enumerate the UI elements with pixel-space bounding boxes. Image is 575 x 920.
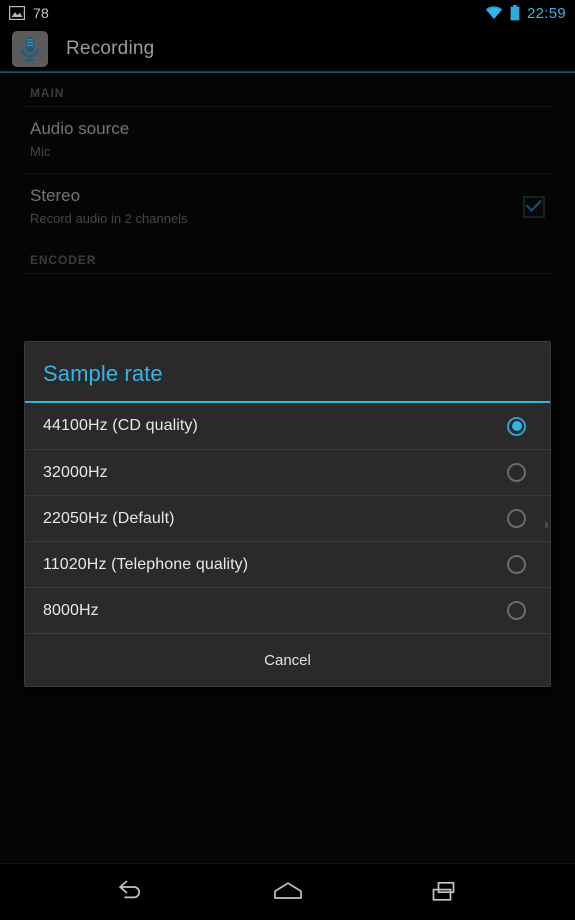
option-label: 22050Hz (Default)	[43, 509, 175, 527]
status-bar: 78 22:59	[0, 0, 575, 26]
option-row-8000[interactable]: 8000Hz	[25, 587, 550, 633]
settings-list: MAIN Audio source Mic Stereo Record audi…	[0, 73, 575, 863]
wifi-icon	[485, 6, 503, 20]
radio-button[interactable]	[507, 509, 526, 528]
action-bar: Recording	[0, 26, 575, 71]
notification-count: 78	[33, 5, 49, 21]
option-row-11020[interactable]: 11020Hz (Telephone quality)	[25, 541, 550, 587]
microphone-icon	[17, 35, 43, 63]
option-label: 8000Hz	[43, 601, 99, 619]
status-bar-clock: 22:59	[526, 4, 566, 22]
radio-button[interactable]	[507, 601, 526, 620]
radio-button[interactable]	[507, 463, 526, 482]
home-button[interactable]	[262, 869, 314, 915]
option-label: 44100Hz (CD quality)	[43, 417, 198, 434]
option-row-44100[interactable]: 44100Hz (CD quality)	[25, 403, 550, 449]
sample-rate-dialog: Sample rate 44100Hz (CD quality) 32000Hz…	[24, 341, 551, 687]
recents-button[interactable]	[420, 869, 472, 915]
dialog-title: Sample rate	[43, 361, 163, 386]
battery-icon	[510, 5, 520, 21]
navigation-bar	[0, 863, 575, 920]
radio-button-selected[interactable]	[507, 416, 526, 436]
option-label: 11020Hz (Telephone quality)	[43, 555, 249, 573]
page-title: Recording	[66, 37, 155, 59]
option-label: 32000Hz	[43, 463, 108, 481]
back-button[interactable]	[104, 869, 156, 915]
dialog-footer: Cancel	[25, 633, 550, 686]
status-bar-left: 78	[8, 5, 49, 21]
android-screen: 78 22:59 Recording MAIN Audio source Mic…	[0, 0, 575, 920]
status-bar-right: 22:59	[485, 5, 566, 22]
option-row-22050[interactable]: 22050Hz (Default)	[25, 495, 550, 541]
dialog-title-area: Sample rate	[25, 342, 550, 401]
dialog-scrollbar[interactable]	[545, 522, 548, 528]
recent-apps-icon	[429, 880, 463, 904]
back-arrow-icon	[114, 880, 146, 904]
home-icon	[270, 880, 306, 904]
app-icon	[12, 30, 48, 67]
dialog-options-list: 44100Hz (CD quality) 32000Hz 22050Hz (De…	[25, 403, 550, 633]
cancel-button[interactable]: Cancel	[238, 644, 337, 677]
radio-button[interactable]	[507, 555, 526, 574]
option-row-32000[interactable]: 32000Hz	[25, 449, 550, 495]
image-icon	[8, 5, 26, 21]
